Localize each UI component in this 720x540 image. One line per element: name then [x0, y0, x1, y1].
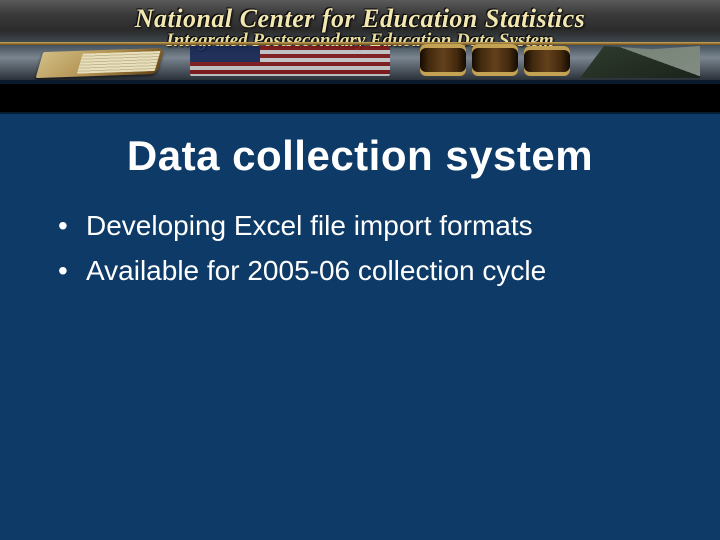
- book-icon: [36, 48, 165, 78]
- header-banner: National Center for Education Statistics…: [0, 0, 720, 84]
- barrel-icon: [524, 46, 570, 76]
- slide: National Center for Education Statistics…: [0, 0, 720, 540]
- banner-divider: [0, 42, 720, 45]
- bullet-text: Available for 2005-06 collection cycle: [86, 255, 546, 286]
- flag-icon: [190, 46, 390, 76]
- slide-body: Data collection system Developing Excel …: [0, 112, 720, 540]
- list-item: Developing Excel file import formats: [58, 206, 680, 247]
- bullet-text: Developing Excel file import formats: [86, 210, 533, 241]
- barrel-icon: [420, 44, 466, 76]
- list-item: Available for 2005-06 collection cycle: [58, 251, 680, 292]
- banner-gap: [0, 84, 720, 112]
- barrel-icon: [472, 44, 518, 76]
- bullet-list: Developing Excel file import formats Ava…: [58, 206, 680, 291]
- slide-title: Data collection system: [0, 132, 720, 180]
